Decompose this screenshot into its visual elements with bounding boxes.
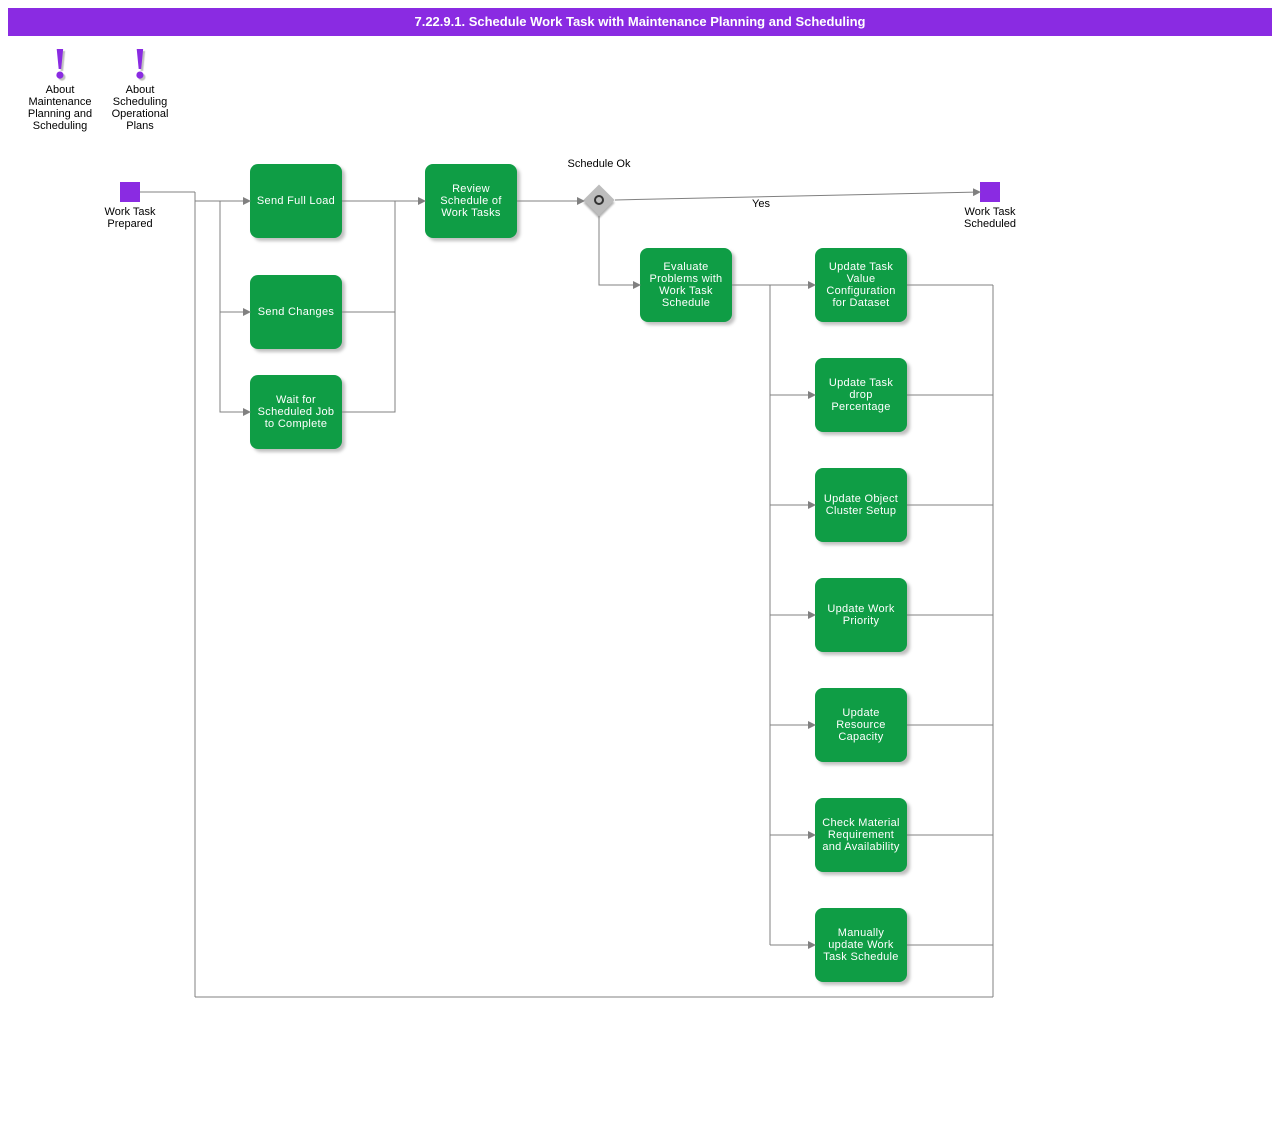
gateway-schedule-ok[interactable] (583, 184, 614, 215)
task-update-resource-capacity[interactable]: Update Resource Capacity (815, 688, 907, 762)
task-manually-update-schedule[interactable]: Manually update Work Task Schedule (815, 908, 907, 982)
end-event[interactable] (980, 182, 1000, 202)
exclamation-icon: ! (100, 46, 180, 82)
gateway-label: Schedule Ok (564, 158, 634, 170)
task-wait-scheduled-job[interactable]: Wait for Scheduled Job to Complete (250, 375, 342, 449)
task-update-work-priority[interactable]: Update Work Priority (815, 578, 907, 652)
start-event[interactable] (120, 182, 140, 202)
task-update-object-cluster[interactable]: Update Object Cluster Setup (815, 468, 907, 542)
task-evaluate-problems[interactable]: Evaluate Problems with Work Task Schedul… (640, 248, 732, 322)
connectors (0, 0, 1280, 1121)
task-send-full-load[interactable]: Send Full Load (250, 164, 342, 238)
task-update-value-config[interactable]: Update Task Value Configuration for Data… (815, 248, 907, 322)
note-label: About Scheduling Operational Plans (100, 84, 180, 132)
page-title: 7.22.9.1. Schedule Work Task with Mainte… (8, 8, 1272, 36)
note-label: About Maintenance Planning and Schedulin… (20, 84, 100, 132)
end-event-label: Work Task Scheduled (945, 206, 1035, 230)
gateway-circle-icon (594, 195, 604, 205)
note-about-scheduling-plans[interactable]: ! About Scheduling Operational Plans (100, 46, 180, 132)
task-review-schedule[interactable]: Review Schedule of Work Tasks (425, 164, 517, 238)
task-check-material[interactable]: Check Material Requirement and Availabil… (815, 798, 907, 872)
start-event-label: Work Task Prepared (85, 206, 175, 230)
exclamation-icon: ! (20, 46, 100, 82)
flow-label-yes: Yes (752, 198, 770, 210)
task-send-changes[interactable]: Send Changes (250, 275, 342, 349)
task-update-drop-percentage[interactable]: Update Task drop Percentage (815, 358, 907, 432)
note-about-maintenance[interactable]: ! About Maintenance Planning and Schedul… (20, 46, 100, 132)
